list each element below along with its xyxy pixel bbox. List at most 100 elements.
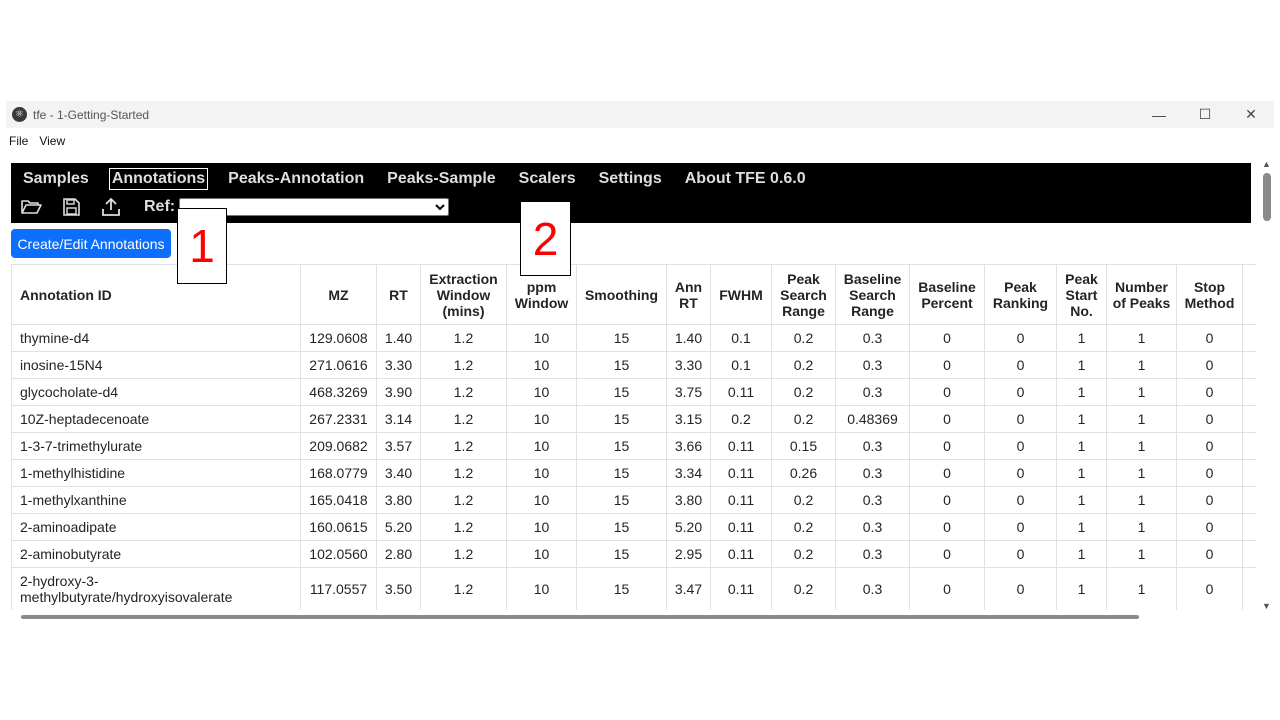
table-cell: glycocholate-d4 (11, 378, 301, 406)
table-cell: 10 (506, 324, 577, 352)
table-cell: 0 (984, 513, 1057, 541)
table-cell: 1 (1106, 459, 1177, 487)
table-cell: 0.11 (710, 486, 772, 514)
column-header[interactable]: RT (376, 264, 421, 325)
table-row[interactable]: 1-methylxanthine 165.0418 3.80 1.2 10 15 3.80 0… (11, 486, 1256, 514)
table-cell: 0 (909, 540, 985, 568)
table-cell: 0 (1176, 351, 1243, 379)
save-icon[interactable] (60, 197, 82, 217)
table-cell: 0.2 (771, 540, 836, 568)
table-cell: 0 (984, 540, 1057, 568)
vertical-scroll-thumb[interactable] (1263, 173, 1271, 221)
table-cell: 165.0418 (300, 486, 377, 514)
table-row[interactable]: glycocholate-d4 468.3269 3.90 1.2 10 15 3.75 0.… (11, 378, 1256, 406)
tab-peaks-sample[interactable]: Peaks-Sample (384, 168, 499, 190)
table-cell: 1 (1106, 567, 1177, 610)
column-header[interactable]: P (1242, 264, 1256, 325)
table-cell: 3.47 (666, 567, 711, 610)
scroll-down-icon[interactable]: ▼ (1262, 601, 1271, 611)
table-cell: 1-methylhistidine (11, 459, 301, 487)
column-header[interactable]: Peak Start No. (1056, 264, 1107, 325)
table-row[interactable]: inosine-15N4 271.0616 3.30 1.2 10 15 3.30 0.1 0.… (11, 351, 1256, 379)
table-cell (1242, 513, 1256, 541)
column-header[interactable]: Annotation ID (11, 264, 301, 325)
table-row[interactable]: 2-aminobutyrate 102.0560 2.80 1.2 10 15 2.95 0.… (11, 540, 1256, 568)
table-cell: 0.11 (710, 540, 772, 568)
table-cell: 15 (576, 378, 667, 406)
horizontal-scroll-thumb[interactable] (21, 615, 1139, 619)
tab-settings[interactable]: Settings (596, 168, 665, 190)
table-cell: 0 (984, 351, 1057, 379)
column-header[interactable]: Peak Search Range (771, 264, 836, 325)
table-cell: 0 (1176, 432, 1243, 460)
table-cell: 271.0616 (300, 351, 377, 379)
table-cell: 1 (1056, 540, 1107, 568)
table-cell: 267.2331 (300, 405, 377, 433)
table-cell: 1.40 (666, 324, 711, 352)
minimize-icon[interactable]: — (1136, 101, 1182, 128)
table-cell: 1-3-7-trimethylurate (11, 432, 301, 460)
upload-icon[interactable] (100, 197, 122, 217)
create-edit-annotations-button[interactable]: Create/Edit Annotations (11, 229, 171, 258)
table-cell: 1.2 (420, 378, 507, 406)
close-icon[interactable]: ✕ (1228, 101, 1274, 128)
table-cell: 3.80 (666, 486, 711, 514)
table-cell: 5.20 (376, 513, 421, 541)
table-row[interactable]: 2-hydroxy-3-methylbutyrate/hydroxyisoval… (11, 567, 1256, 610)
table-cell: 1 (1056, 378, 1107, 406)
table-cell: 1 (1106, 540, 1177, 568)
table-cell: 15 (576, 405, 667, 433)
table-cell: 0.2 (771, 567, 836, 610)
table-cell: 117.0557 (300, 567, 377, 610)
table-cell: 1.2 (420, 351, 507, 379)
table-cell: 3.90 (376, 378, 421, 406)
table-cell: 0 (984, 378, 1057, 406)
table-cell: 0.11 (710, 459, 772, 487)
table-cell: 0 (909, 378, 985, 406)
table-cell: 0 (1176, 405, 1243, 433)
maximize-icon[interactable]: ☐ (1182, 101, 1228, 128)
app-window: ⚛ tfe - 1-Getting-Started — ☐ ✕ File Vie… (6, 101, 1274, 621)
column-header[interactable]: Stop Method (1176, 264, 1243, 325)
column-header[interactable]: MZ (300, 264, 377, 325)
table-cell: 0.3 (835, 351, 910, 379)
table-cell: 5.20 (666, 513, 711, 541)
annotations-table-container: Annotation ID MZ RT Extraction Window (m… (11, 264, 1256, 610)
column-header[interactable]: Baseline Percent (909, 264, 985, 325)
table-cell: 1.2 (420, 567, 507, 610)
column-header[interactable]: Peak Ranking (984, 264, 1057, 325)
tab-about[interactable]: About TFE 0.6.0 (682, 168, 809, 190)
nav-tabs: Samples Annotations Peaks-Annotation Pea… (20, 168, 826, 190)
column-header[interactable]: Ann RT (666, 264, 711, 325)
menu-bar: File View (6, 131, 73, 151)
scroll-up-icon[interactable]: ▲ (1262, 159, 1271, 169)
vertical-scrollbar[interactable]: ▲ ▼ (1260, 159, 1274, 611)
table-row[interactable]: thymine-d4 129.0608 1.40 1.2 10 15 1.40 0.1 0.2 0… (11, 324, 1256, 352)
tab-annotations[interactable]: Annotations (108, 168, 209, 190)
table-cell: 15 (576, 540, 667, 568)
table-cell: 10 (506, 567, 577, 610)
column-header[interactable]: Smoothing (576, 264, 667, 325)
table-cell: 0 (984, 459, 1057, 487)
column-header[interactable]: FWHM (710, 264, 772, 325)
table-cell: 0.2 (710, 405, 772, 433)
table-cell: 3.14 (376, 405, 421, 433)
table-row[interactable]: 10Z-heptadecenoate 267.2331 3.14 1.2 10 15 3.1… (11, 405, 1256, 433)
table-cell: 0 (1176, 459, 1243, 487)
table-row[interactable]: 1-3-7-trimethylurate 209.0682 3.57 1.2 10 15 3… (11, 432, 1256, 460)
column-header[interactable]: Extraction Window (mins) (420, 264, 507, 325)
table-cell: 3.80 (376, 486, 421, 514)
tab-peaks-annotation[interactable]: Peaks-Annotation (225, 168, 367, 190)
folder-open-icon[interactable] (20, 197, 42, 217)
column-header[interactable]: Baseline Search Range (835, 264, 910, 325)
column-header[interactable]: Number of Peaks (1106, 264, 1177, 325)
horizontal-scrollbar[interactable] (11, 613, 1256, 621)
tab-samples[interactable]: Samples (20, 168, 92, 190)
menu-file[interactable]: File (9, 134, 28, 148)
table-row[interactable]: 2-aminoadipate 160.0615 5.20 1.2 10 15 5.20 0.1… (11, 513, 1256, 541)
menu-view[interactable]: View (39, 134, 65, 148)
table-cell: 3.50 (376, 567, 421, 610)
table-row[interactable]: 1-methylhistidine 168.0779 3.40 1.2 10 15 3.34… (11, 459, 1256, 487)
table-cell: 0.3 (835, 513, 910, 541)
tab-scalers[interactable]: Scalers (516, 168, 579, 190)
